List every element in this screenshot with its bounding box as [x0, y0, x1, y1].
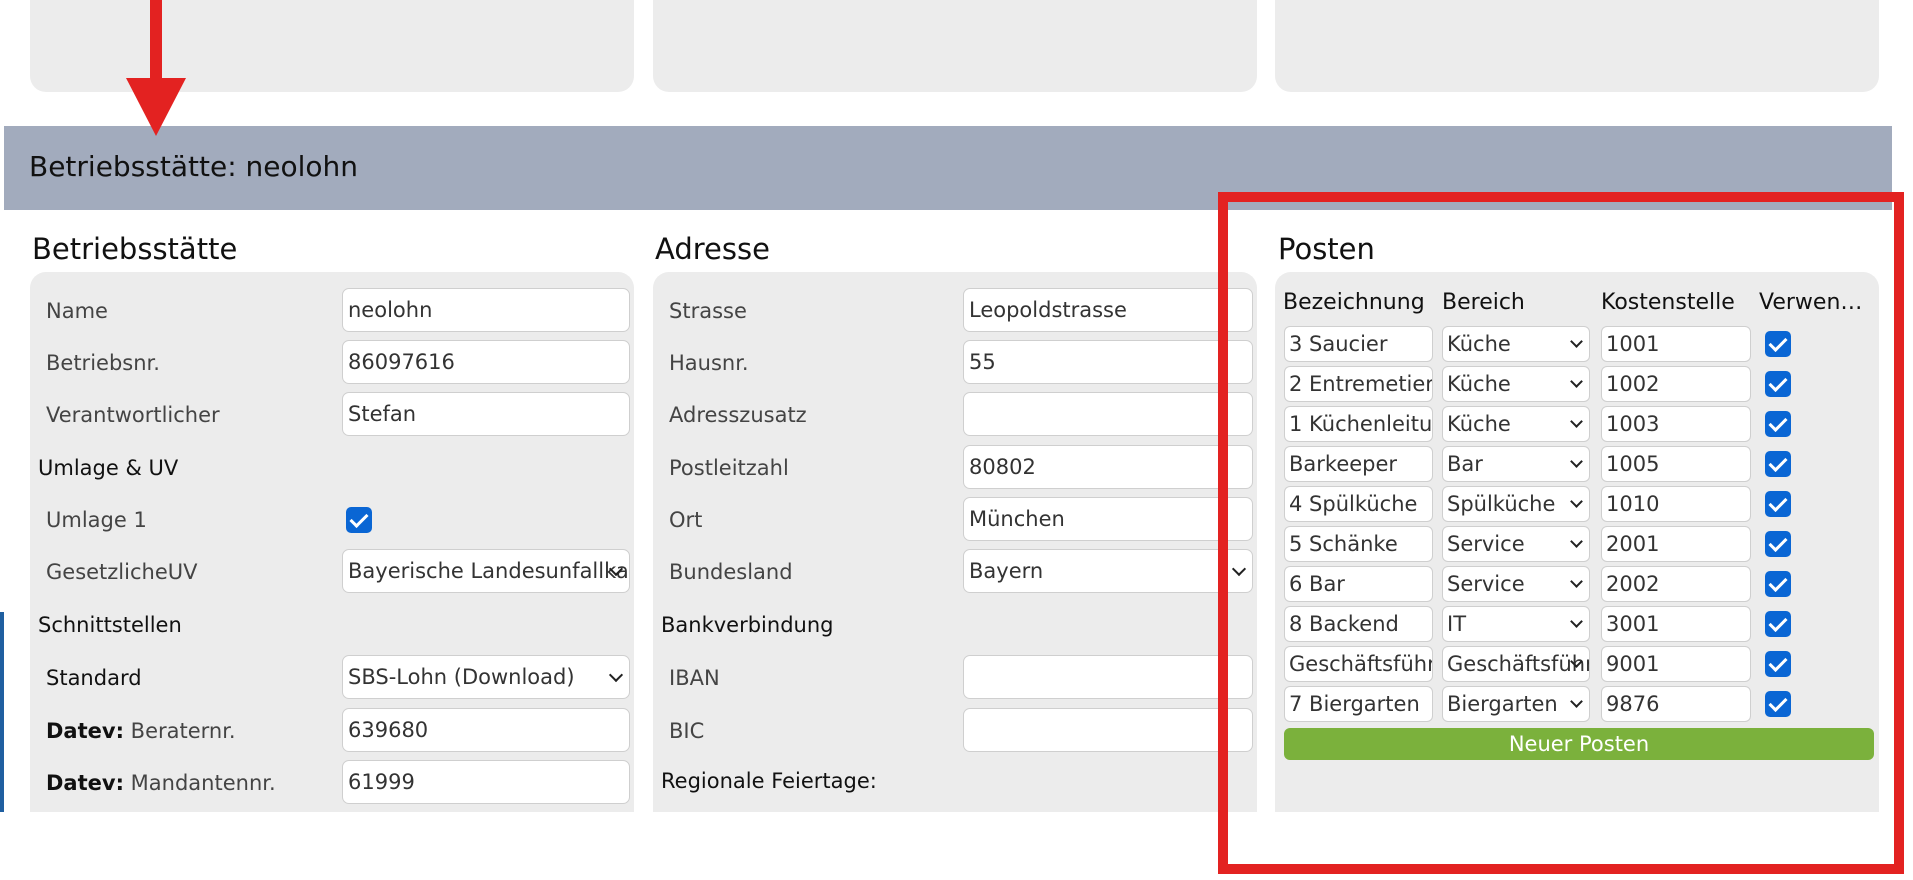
adresse-panel: Strasse Leopoldstrasse Hausnr. 55 Adress… — [653, 272, 1257, 812]
chevron-down-icon — [608, 667, 624, 683]
section-title-betriebsstaette: Betriebsstätte — [32, 232, 238, 266]
bank-heading: Bankverbindung — [661, 613, 834, 637]
beraternr-input[interactable]: 639680 — [342, 708, 630, 752]
bundesland-value: Bayern — [969, 559, 1044, 583]
bic-input[interactable] — [963, 708, 1253, 752]
gesetzlicheuv-value: Bayerische Landesunfallkasse — [348, 559, 629, 583]
strasse-label: Strasse — [669, 299, 747, 323]
beraternr-label: Datev: Beraternr. — [46, 719, 236, 743]
red-arrow-annotation — [126, 0, 186, 136]
top-card-right — [1275, 0, 1879, 92]
row-standard: Standard SBS-Lohn (Download) — [30, 655, 634, 701]
plz-input[interactable]: 80802 — [963, 445, 1253, 489]
bundesland-label: Bundesland — [669, 560, 793, 584]
gesetzlicheuv-select[interactable]: Bayerische Landesunfallkasse — [342, 549, 630, 593]
row-ort: Ort München — [653, 497, 1257, 543]
row-bundesland: Bundesland Bayern — [653, 549, 1257, 595]
umlage1-label: Umlage 1 — [46, 508, 147, 532]
betriebsstaette-panel: Name neolohn Betriebsnr. 86097616 Verant… — [30, 272, 634, 812]
datev-prefix: Datev: — [46, 719, 124, 743]
row-name: Name neolohn — [30, 288, 634, 334]
ort-input[interactable]: München — [963, 497, 1253, 541]
hausnr-label: Hausnr. — [669, 351, 749, 375]
beraternr-label-text: Beraternr. — [130, 719, 236, 743]
page-title: Betriebsstätte: neolohn — [29, 150, 359, 183]
row-bic: BIC — [653, 708, 1257, 754]
row-umlage1: Umlage 1 — [30, 497, 634, 543]
mandantennr-input[interactable]: 61999 — [342, 760, 630, 804]
plz-label: Postleitzahl — [669, 456, 789, 480]
gesetzlicheuv-label: GesetzlicheUV — [46, 560, 198, 584]
row-mandantennr: Datev: Mandantennr. 61999 — [30, 760, 634, 806]
adresszusatz-input[interactable] — [963, 392, 1253, 436]
standard-value: SBS-Lohn (Download) — [348, 665, 575, 689]
row-beraternr: Datev: Beraternr. 639680 — [30, 708, 634, 754]
top-card-middle — [653, 0, 1257, 92]
row-hausnr: Hausnr. 55 — [653, 340, 1257, 386]
ort-label: Ort — [669, 508, 703, 532]
row-adresszusatz: Adresszusatz — [653, 392, 1257, 438]
iban-label: IBAN — [669, 666, 720, 690]
mandantennr-label-text: Mandantennr. — [130, 771, 276, 795]
bic-label: BIC — [669, 719, 705, 743]
datev-prefix: Datev: — [46, 771, 124, 795]
name-label: Name — [46, 299, 108, 323]
red-highlight-box — [1218, 192, 1904, 874]
verantwortlicher-label: Verantwortlicher — [46, 403, 220, 427]
row-gesetzlicheuv: GesetzlicheUV Bayerische Landesunfallkas… — [30, 549, 634, 595]
row-iban: IBAN — [653, 655, 1257, 701]
hausnr-input[interactable]: 55 — [963, 340, 1253, 384]
betriebsnr-label: Betriebsnr. — [46, 351, 160, 375]
standard-select[interactable]: SBS-Lohn (Download) — [342, 655, 630, 699]
name-input[interactable]: neolohn — [342, 288, 630, 332]
schnittstellen-heading: Schnittstellen — [38, 613, 182, 637]
section-title-adresse: Adresse — [655, 232, 770, 266]
strasse-input[interactable]: Leopoldstrasse — [963, 288, 1253, 332]
left-edge-bar — [0, 612, 4, 812]
bundesland-select[interactable]: Bayern — [963, 549, 1253, 593]
iban-input[interactable] — [963, 655, 1253, 699]
mandantennr-label: Datev: Mandantennr. — [46, 771, 276, 795]
umlage-heading: Umlage & UV — [38, 456, 179, 480]
adresszusatz-label: Adresszusatz — [669, 403, 807, 427]
standard-label: Standard — [46, 666, 142, 690]
umlage1-checkbox[interactable] — [346, 507, 372, 533]
row-strasse: Strasse Leopoldstrasse — [653, 288, 1257, 334]
row-verantwortlicher: Verantwortlicher Stefan — [30, 392, 634, 438]
row-plz: Postleitzahl 80802 — [653, 445, 1257, 491]
verantwortlicher-input[interactable]: Stefan — [342, 392, 630, 436]
row-betriebsnr: Betriebsnr. 86097616 — [30, 340, 634, 386]
betriebsnr-input[interactable]: 86097616 — [342, 340, 630, 384]
feiertage-heading: Regionale Feiertage: — [661, 769, 877, 793]
